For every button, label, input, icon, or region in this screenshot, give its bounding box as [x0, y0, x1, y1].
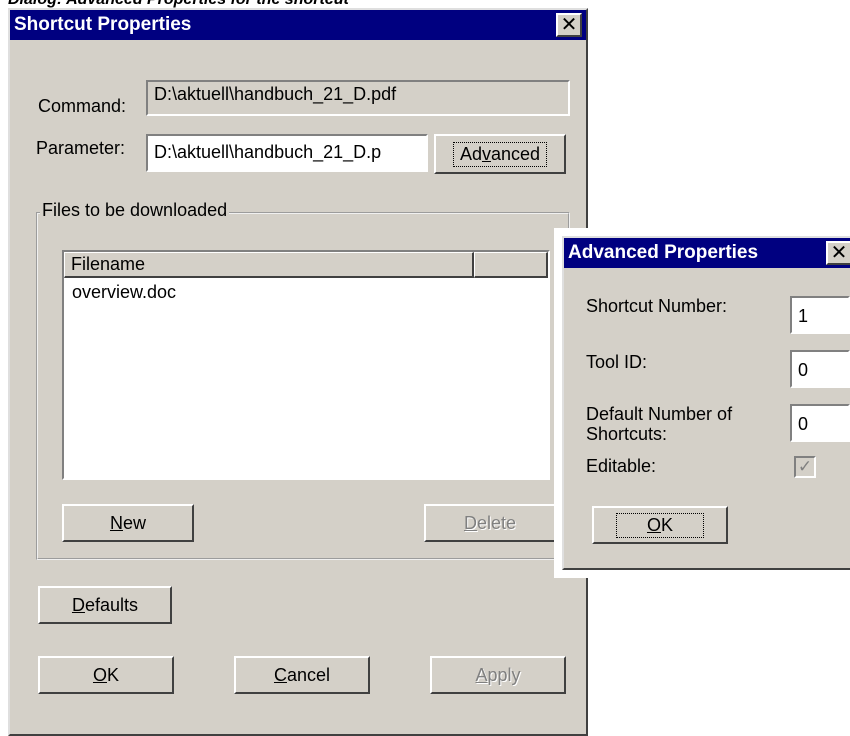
advanced-dialog-title: Advanced Properties [568, 242, 759, 263]
files-group-label: Files to be downloaded [40, 200, 230, 221]
defaults-button[interactable]: Defaults [38, 586, 172, 624]
editable-checkbox[interactable]: ✓ [794, 456, 816, 478]
ok-button-label: OK [92, 664, 120, 685]
advanced-ok-button-label: OK [615, 512, 705, 538]
table-row[interactable]: overview.doc [72, 282, 176, 303]
editable-label: Editable: [586, 456, 657, 476]
command-label: Command: [38, 96, 127, 116]
advanced-properties-dialog: Advanced Properties ✕ Shortcut Number: 1… [562, 236, 850, 570]
delete-button[interactable]: Delete [424, 504, 556, 542]
new-button-label: New [109, 512, 146, 533]
advanced-ok-button[interactable]: OK [592, 506, 728, 544]
cancel-button-label: Cancel [273, 664, 331, 685]
parameter-input[interactable]: D:\aktuell\handbuch_21_D.p [146, 134, 428, 172]
default-number-field[interactable]: 0 [790, 404, 850, 442]
close-icon[interactable]: ✕ [826, 241, 850, 265]
close-icon[interactable]: ✕ [556, 13, 582, 37]
advanced-button[interactable]: Advanced [434, 134, 566, 174]
ok-button[interactable]: OK [38, 656, 174, 694]
defaults-button-label: Defaults [71, 594, 139, 615]
extra-column-header[interactable] [474, 252, 548, 278]
new-button[interactable]: New [62, 504, 194, 542]
tool-id-label: Tool ID: [586, 352, 648, 372]
shortcut-properties-dialog: Shortcut Properties ✕ Command: D:\aktuel… [8, 8, 588, 736]
filename-column-header[interactable]: Filename [64, 252, 474, 278]
delete-button-label: Delete [463, 512, 517, 533]
advanced-button-label: Advanced [452, 141, 548, 167]
tool-id-field[interactable]: 0 [790, 350, 850, 388]
shortcut-dialog-titlebar: Shortcut Properties ✕ [10, 10, 586, 40]
advanced-dialog-titlebar: Advanced Properties ✕ [564, 238, 850, 268]
checkmark-icon: ✓ [797, 457, 813, 476]
shortcut-number-label: Shortcut Number: [586, 296, 728, 316]
shortcut-number-field[interactable]: 1 [790, 296, 850, 334]
shortcut-dialog-title: Shortcut Properties [14, 14, 192, 35]
apply-button[interactable]: Apply [430, 656, 566, 694]
command-field: D:\aktuell\handbuch_21_D.pdf [146, 80, 570, 116]
default-number-label: Default Number of Shortcuts: [586, 404, 733, 444]
parameter-label: Parameter: [36, 138, 126, 158]
files-table[interactable]: Filename overview.doc [62, 250, 550, 480]
cancel-button[interactable]: Cancel [234, 656, 370, 694]
apply-button-label: Apply [475, 664, 521, 685]
